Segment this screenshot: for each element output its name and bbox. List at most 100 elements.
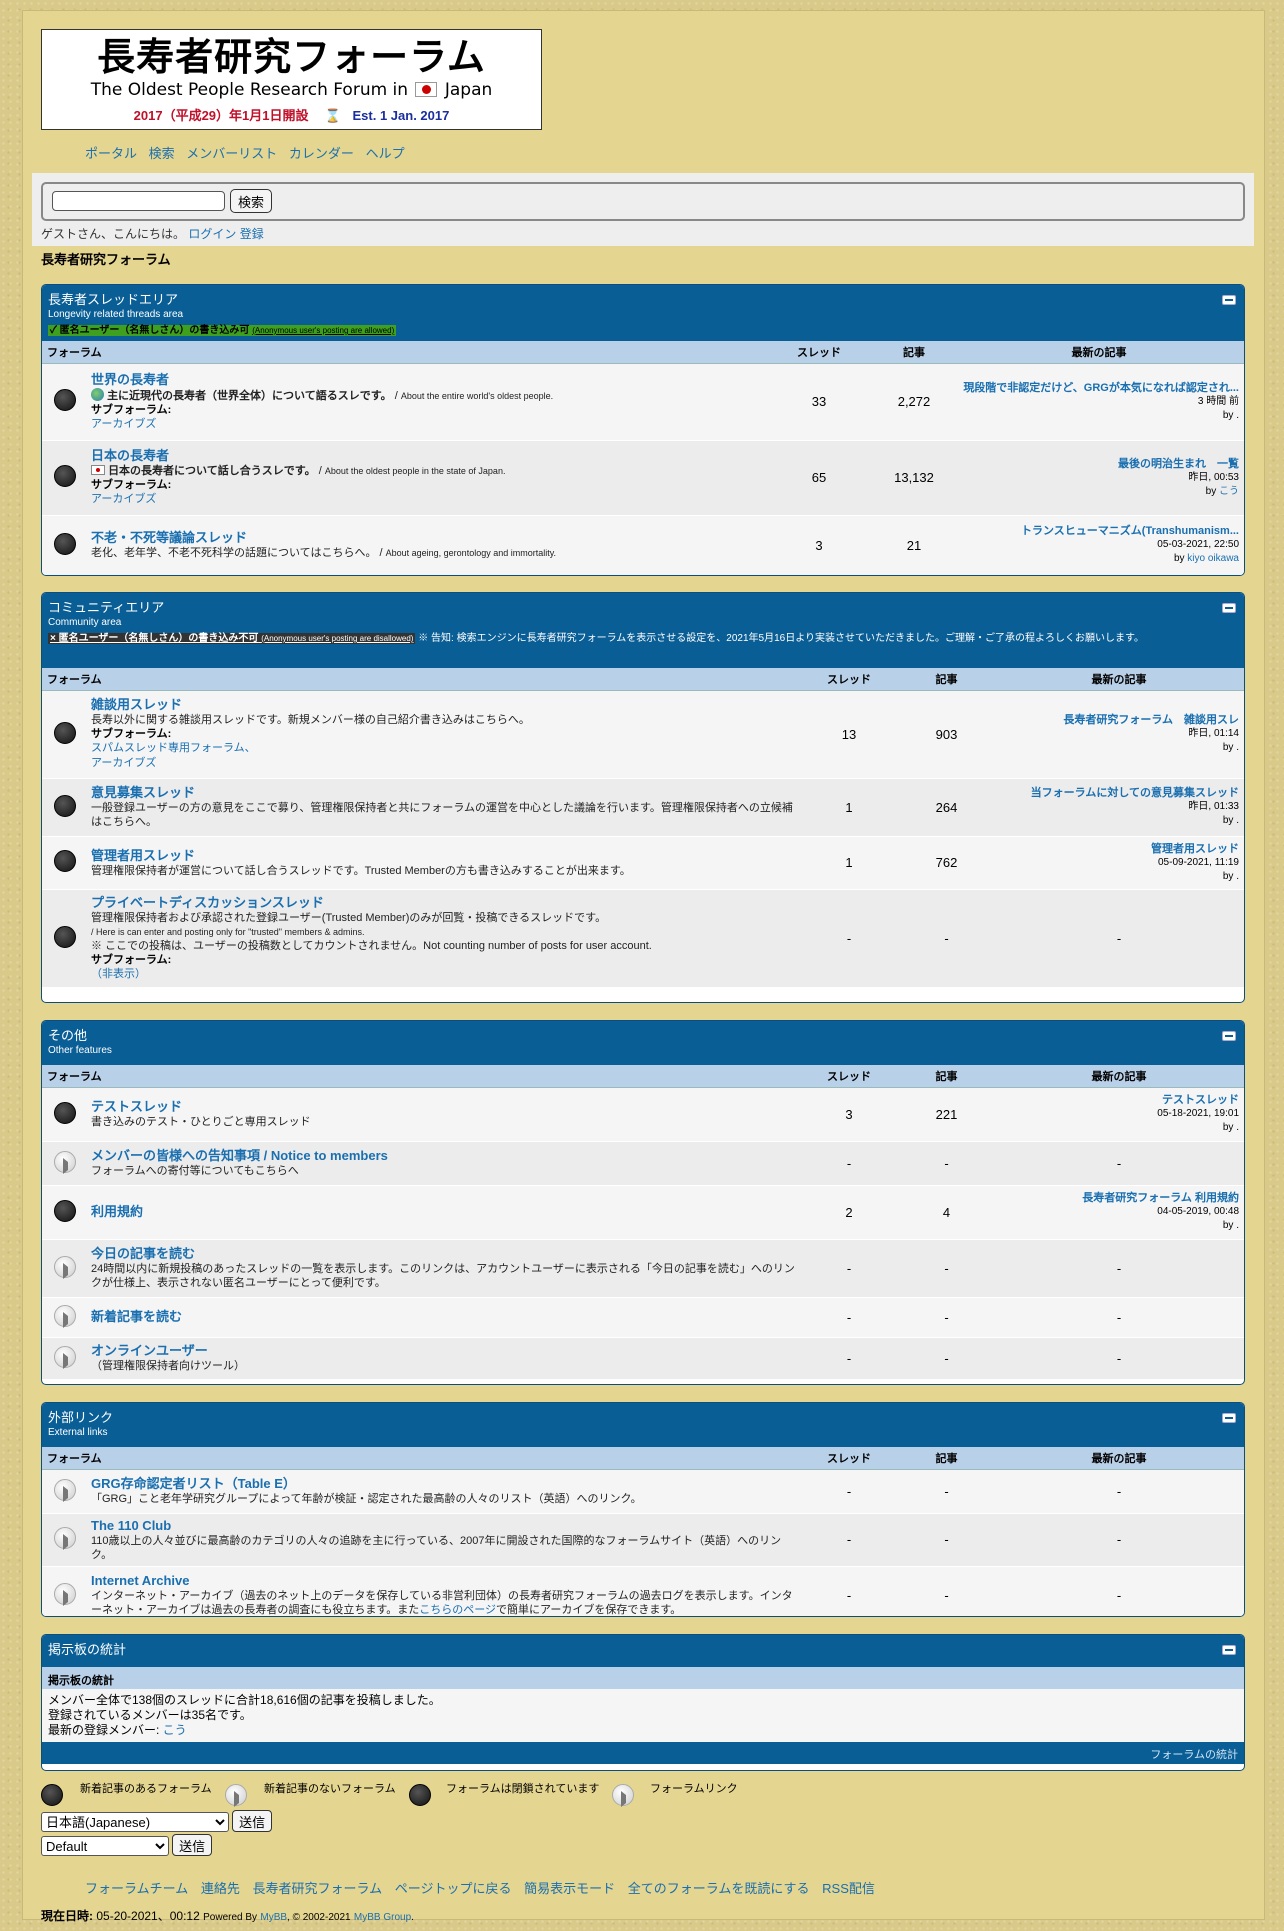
- post-count: 21: [874, 515, 954, 575]
- user-link[interactable]: kiyo oikawa: [1187, 553, 1239, 564]
- theme-submit-button[interactable]: 送信: [172, 1834, 213, 1856]
- forum-title[interactable]: 世界の長寿者: [91, 372, 760, 388]
- forum-title[interactable]: 新着記事を読む: [91, 1309, 795, 1325]
- forum-title[interactable]: メンバーの皆様への告知事項 / Notice to members: [91, 1148, 795, 1164]
- collapse-icon[interactable]: [1222, 295, 1236, 305]
- forum-link-icon[interactable]: [53, 1345, 76, 1369]
- login-link[interactable]: ログイン: [188, 227, 236, 241]
- collapse-icon[interactable]: [1222, 1031, 1236, 1041]
- category-title[interactable]: その他: [48, 1028, 1238, 1044]
- theme-select[interactable]: Default: [41, 1836, 169, 1856]
- footer-home-link[interactable]: 長寿者研究フォーラム: [253, 1881, 383, 1896]
- mybb-link[interactable]: MyBB: [260, 1912, 287, 1923]
- newest-member-link[interactable]: こう: [163, 1723, 187, 1737]
- subforum-link[interactable]: （非表示）: [91, 967, 795, 982]
- collapse-icon[interactable]: [1222, 1413, 1236, 1423]
- nav-search[interactable]: 検索: [149, 146, 175, 161]
- forum-row: 利用規約 2 4 長寿者研究フォーラム 利用規約 04-05-2019, 00:4…: [42, 1185, 1244, 1240]
- forum-title[interactable]: 雑談用スレッド: [91, 697, 795, 713]
- language-select[interactable]: 日本語(Japanese): [41, 1812, 229, 1832]
- search-button[interactable]: 検索: [230, 189, 272, 213]
- forum-link-icon[interactable]: [53, 1527, 76, 1550]
- forum-title[interactable]: テストスレッド: [91, 1099, 795, 1115]
- no-new-posts-legend-icon: [225, 1784, 247, 1807]
- user-link[interactable]: こう: [1219, 486, 1239, 497]
- forum-new-posts-icon[interactable]: [53, 850, 76, 872]
- last-post: -: [994, 889, 1244, 988]
- last-post-link[interactable]: 長寿者研究フォーラム 雑談用スレ: [994, 713, 1239, 727]
- forum-title[interactable]: 今日の記事を読む: [91, 1246, 795, 1262]
- last-post-link[interactable]: 現段階で非認定だけど、GRGが本気になれば認定され...: [954, 381, 1239, 395]
- forum-new-posts-icon[interactable]: [53, 465, 76, 487]
- forum-row: オンラインユーザー （管理権限保持者向けツール） - - -: [42, 1337, 1244, 1380]
- forum-link-icon[interactable]: [53, 1255, 76, 1279]
- forum-stats-link[interactable]: フォーラムの統計: [42, 1742, 1244, 1764]
- category-title[interactable]: 長寿者スレッドエリア: [48, 292, 1238, 308]
- subforum-link[interactable]: スパムスレッド専用フォーラム、: [91, 741, 795, 756]
- archive-page-link[interactable]: こちらのページ: [419, 1604, 496, 1616]
- logo-title: 長寿者研究フォーラム: [97, 35, 486, 79]
- site-logo[interactable]: 長寿者研究フォーラム The Oldest People Research Fo…: [41, 29, 542, 130]
- forum-row: 雑談用スレッド 長寿以外に関する雑談用スレッドです。新規メンバー様の自己紹介書き…: [42, 690, 1244, 779]
- forum-title[interactable]: 意見募集スレッド: [91, 785, 795, 801]
- subforum-link[interactable]: アーカイブズ: [91, 417, 760, 432]
- forum-title[interactable]: Internet Archive: [91, 1573, 795, 1589]
- forum-link-icon[interactable]: [53, 1582, 76, 1606]
- thread-count: 1: [799, 836, 899, 890]
- nav-memberlist[interactable]: メンバーリスト: [186, 146, 277, 161]
- category-external-links: 外部リンク External links フォーラム スレッド 記事 最新の記事 GR…: [41, 1402, 1245, 1617]
- register-link[interactable]: 登録: [240, 227, 264, 241]
- post-count: 264: [899, 778, 994, 837]
- forum-new-posts-icon[interactable]: [53, 794, 76, 817]
- breadcrumb[interactable]: 長寿者研究フォーラム: [41, 249, 171, 268]
- collapse-icon[interactable]: [1222, 1645, 1236, 1655]
- nav-calendar[interactable]: カレンダー: [289, 146, 354, 161]
- last-post-link[interactable]: 管理者用スレッド: [994, 842, 1239, 856]
- forum-title[interactable]: 利用規約: [91, 1204, 795, 1220]
- last-post-link[interactable]: テストスレッド: [994, 1093, 1239, 1107]
- last-post-link[interactable]: 長寿者研究フォーラム 利用規約: [994, 1191, 1239, 1205]
- forum-title[interactable]: GRG存命認定者リスト（Table E）: [91, 1476, 795, 1492]
- forum-new-posts-icon[interactable]: [53, 1101, 76, 1124]
- forum-link-icon[interactable]: [53, 1478, 76, 1502]
- forum-title[interactable]: 管理者用スレッド: [91, 848, 795, 864]
- forum-row: 日本の長寿者 日本の長寿者について話し合うスレです。 / About the o…: [42, 440, 1244, 516]
- forum-title[interactable]: 不老・不死等議論スレッド: [91, 530, 760, 546]
- nav-portal[interactable]: ポータル: [85, 146, 137, 161]
- category-title[interactable]: コミュニティエリア: [48, 600, 1238, 616]
- subforum-link[interactable]: アーカイブズ: [91, 492, 760, 507]
- footer-forum-team-link[interactable]: フォーラムチーム: [85, 1881, 188, 1896]
- collapse-icon[interactable]: [1222, 603, 1236, 613]
- forum-title[interactable]: オンラインユーザー: [91, 1343, 795, 1359]
- forum-new-posts-icon[interactable]: [53, 532, 76, 555]
- nav-help[interactable]: ヘルプ: [366, 146, 405, 161]
- forum-new-posts-icon[interactable]: [53, 925, 76, 948]
- forum-title[interactable]: プライベートディスカッションスレッド: [91, 895, 795, 911]
- footer-mark-read-link[interactable]: 全てのフォーラムを既読にする: [628, 1881, 810, 1896]
- footer-lite-mode-link[interactable]: 簡易表示モード: [524, 1881, 615, 1896]
- footer-contact-link[interactable]: 連絡先: [201, 1881, 240, 1896]
- forum-title[interactable]: The 110 Club: [91, 1518, 795, 1534]
- globe-icon: [91, 387, 104, 401]
- last-post-link[interactable]: 当フォーラムに対しての意見募集スレッド: [994, 786, 1239, 800]
- forum-title[interactable]: 日本の長寿者: [91, 448, 760, 464]
- col-threads: スレッド: [764, 341, 874, 364]
- category-title[interactable]: 外部リンク: [48, 1410, 1238, 1426]
- last-post-link[interactable]: 最後の明治生まれ 一覧: [954, 457, 1239, 471]
- forum-new-posts-icon[interactable]: [53, 1199, 76, 1222]
- last-post-link[interactable]: トランスヒューマニズム(Transhumanism...: [954, 524, 1239, 538]
- subforum-link[interactable]: アーカイブズ: [91, 756, 795, 771]
- post-count: 2,272: [874, 363, 954, 441]
- footer-rss-link[interactable]: RSS配信: [822, 1881, 875, 1896]
- forum-row: 管理者用スレッド 管理権限保持者が運営について話し合うスレッドです。Truste…: [42, 836, 1244, 890]
- thread-count: 2: [799, 1185, 899, 1240]
- search-input[interactable]: [52, 191, 225, 211]
- mybb-group-link[interactable]: MyBB Group: [354, 1912, 411, 1923]
- forum-link-icon[interactable]: [53, 1150, 76, 1174]
- forum-new-posts-icon[interactable]: [53, 389, 76, 411]
- footer-navigation: フォーラムチーム 連絡先 長寿者研究フォーラム ページトップに戻る 簡易表示モー…: [85, 1878, 884, 1897]
- language-submit-button[interactable]: 送信: [232, 1810, 273, 1832]
- forum-link-icon[interactable]: [53, 1304, 76, 1328]
- footer-top-link[interactable]: ページトップに戻る: [395, 1881, 512, 1896]
- forum-new-posts-icon[interactable]: [53, 721, 76, 744]
